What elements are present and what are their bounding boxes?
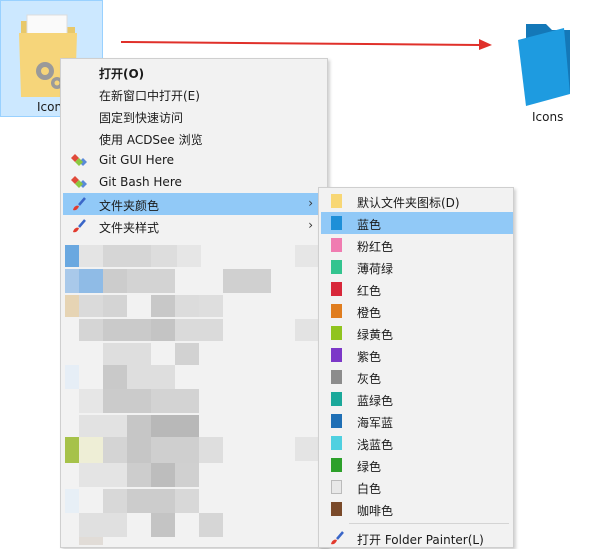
color-label: 海军蓝	[357, 416, 394, 430]
folder-color-submenu: 默认文件夹图标(D) 蓝色 粉红色 薄荷绿 红色 橙色 绿黄色 紫色 灰色 蓝绿…	[318, 187, 514, 548]
menu-item-label: 固定到快速访问	[99, 111, 184, 125]
color-default[interactable]: 默认文件夹图标(D)	[321, 190, 513, 212]
color-brown[interactable]: 咖啡色	[321, 498, 513, 520]
color-label: 灰色	[357, 372, 382, 386]
color-label: 蓝绿色	[357, 394, 394, 408]
folder-painter-label: 打开 Folder Painter(L)	[357, 533, 484, 547]
folder-swatch-icon	[331, 370, 342, 384]
color-teal[interactable]: 蓝绿色	[321, 388, 513, 410]
color-label: 绿黄色	[357, 328, 394, 342]
folder-swatch-icon	[331, 480, 342, 494]
menu-item-label: 打开(O)	[99, 67, 145, 81]
arrow-right-icon	[121, 39, 492, 50]
color-label: 咖啡色	[357, 504, 394, 518]
color-label: 橙色	[357, 306, 382, 320]
color-label: 粉红色	[357, 240, 394, 254]
folder-swatch-icon	[331, 414, 342, 428]
menu-item-open-new-window[interactable]: 在新窗口中打开(E)	[63, 83, 325, 105]
git-diamond-icon	[71, 154, 87, 166]
paint-brush-icon	[331, 531, 344, 545]
menu-item-pin-quick-access[interactable]: 固定到快速访问	[63, 105, 325, 127]
paint-brush-icon	[73, 197, 86, 211]
menu-item-label: 文件夹样式	[99, 221, 160, 235]
folder-swatch-icon	[331, 348, 342, 362]
color-red[interactable]: 红色	[321, 278, 513, 300]
color-white[interactable]: 白色	[321, 476, 513, 498]
color-light-blue[interactable]: 浅蓝色	[321, 432, 513, 454]
blue-folder-icon	[518, 24, 570, 106]
color-label: 紫色	[357, 350, 382, 364]
folder-swatch-icon	[331, 326, 342, 340]
open-folder-painter[interactable]: 打开 Folder Painter(L)	[321, 527, 513, 549]
color-label: 薄荷绿	[357, 262, 394, 276]
menu-item-label: 在新窗口中打开(E)	[99, 89, 200, 103]
git-diamond-icon	[71, 176, 87, 188]
color-label: 浅蓝色	[357, 438, 394, 452]
color-yellow-green[interactable]: 绿黄色	[321, 322, 513, 344]
paint-brush-icon	[73, 219, 86, 233]
folder-swatch-icon	[331, 304, 342, 318]
color-label: 白色	[357, 482, 382, 496]
menu-item-folder-color[interactable]: 文件夹颜色 ›	[63, 193, 325, 215]
menu-item-acdsee[interactable]: 使用 ACDSee 浏览	[63, 127, 325, 149]
color-orange[interactable]: 橙色	[321, 300, 513, 322]
color-green[interactable]: 绿色	[321, 454, 513, 476]
color-mint[interactable]: 薄荷绿	[321, 256, 513, 278]
folder-swatch-icon	[331, 260, 342, 274]
blue-folder-icons[interactable]: Icons	[512, 20, 584, 130]
color-gray[interactable]: 灰色	[321, 366, 513, 388]
menu-item-label: 使用 ACDSee 浏览	[99, 133, 203, 147]
chevron-right-icon: ›	[308, 196, 313, 210]
menu-item-git-bash[interactable]: Git Bash Here	[63, 171, 325, 193]
color-navy[interactable]: 海军蓝	[321, 410, 513, 432]
color-label: 绿色	[357, 460, 382, 474]
folder-swatch-icon	[331, 458, 342, 472]
color-label: 默认文件夹图标(D)	[357, 196, 460, 210]
blue-folder-label: Icons	[532, 110, 564, 124]
menu-item-label: Git Bash Here	[99, 175, 182, 189]
folder-swatch-icon	[331, 216, 342, 230]
color-purple[interactable]: 紫色	[321, 344, 513, 366]
menu-item-label: Git GUI Here	[99, 153, 175, 167]
menu-item-open[interactable]: 打开(O)	[63, 61, 325, 83]
folder-swatch-icon	[331, 436, 342, 450]
folder-swatch-icon	[331, 392, 342, 406]
menu-item-git-gui[interactable]: Git GUI Here	[63, 149, 325, 171]
context-menu: 打开(O) 在新窗口中打开(E) 固定到快速访问 使用 ACDSee 浏览 Gi…	[60, 58, 328, 548]
folder-swatch-icon	[331, 282, 342, 296]
menu-separator	[349, 523, 509, 524]
pixelated-hidden-items	[63, 237, 325, 545]
menu-item-folder-style[interactable]: 文件夹样式 ›	[63, 215, 325, 237]
color-pink[interactable]: 粉红色	[321, 234, 513, 256]
folder-swatch-icon	[331, 238, 342, 252]
color-label: 蓝色	[357, 218, 382, 232]
color-blue[interactable]: 蓝色	[321, 212, 513, 234]
menu-item-label: 文件夹颜色	[99, 199, 160, 213]
folder-swatch-icon	[331, 194, 342, 208]
chevron-right-icon: ›	[308, 218, 313, 232]
color-label: 红色	[357, 284, 382, 298]
folder-swatch-icon	[331, 502, 342, 516]
